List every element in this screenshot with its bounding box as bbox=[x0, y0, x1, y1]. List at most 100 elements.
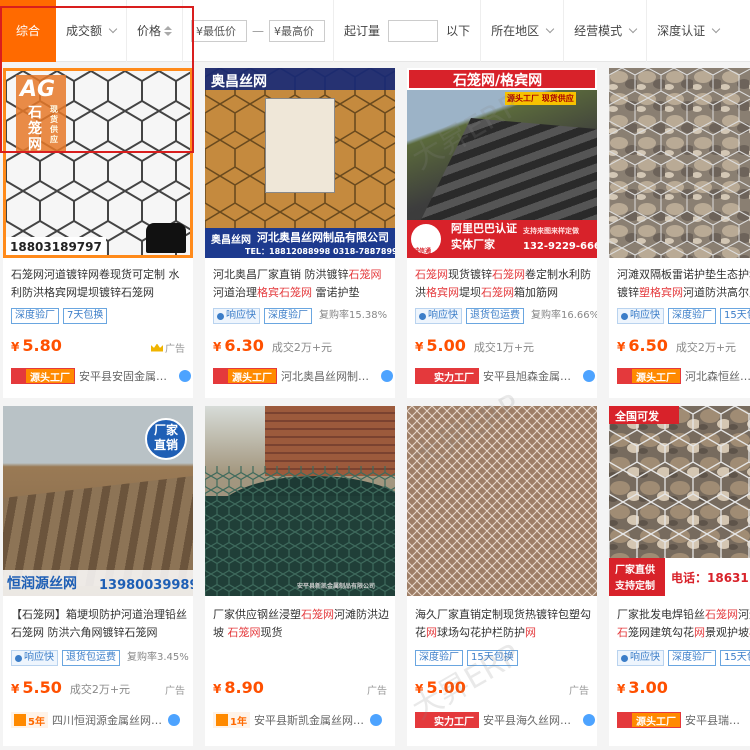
product-image[interactable]: 奥昌丝网 奥昌丝网 河北奥昌丝网制品有限公司 TEL：18812088998 0… bbox=[205, 68, 395, 258]
tag-list: 响应快 退货包运费 复购率3.45% bbox=[11, 650, 192, 666]
shop-row[interactable]: 实力工厂 安平县海久丝网… bbox=[415, 712, 595, 728]
price-row: ¥3.00 bbox=[617, 678, 668, 697]
shop-name[interactable]: 安平县瑞达丝… bbox=[685, 712, 745, 728]
min-order-input[interactable] bbox=[388, 19, 439, 42]
shop-row[interactable]: 源头工厂 河北森恒丝网… bbox=[617, 368, 750, 384]
shop-badge: 实力工厂 bbox=[415, 368, 479, 384]
response-icon bbox=[419, 312, 426, 320]
price-row: ¥5.80 bbox=[11, 336, 62, 355]
shop-badge: 源头工厂 bbox=[617, 712, 681, 728]
shop-name[interactable]: 河北森恒丝网… bbox=[685, 368, 750, 384]
product-card[interactable]: 海久厂家直销定制现货热镀锌包塑勾花网球场勾花护栏防护网 深度验厂 15天包换 ¥… bbox=[407, 406, 597, 746]
product-image[interactable]: AG 石笼网 现货供应 18803189797 bbox=[3, 68, 193, 258]
product-title[interactable]: 海久厂家直销定制现货热镀锌包塑勾花网球场勾花护栏防护网 bbox=[415, 606, 593, 642]
contact-label: TEL：18812088998 0318-7887899 bbox=[245, 247, 395, 256]
shop-name[interactable]: 安平县旭森金属… bbox=[483, 368, 579, 384]
product-title[interactable]: 【石笼网】箱埂坝防护河道治理铅丝石笼网 防洪六角网镀锌石笼网 bbox=[11, 606, 189, 642]
shop-badge: 源头工厂 bbox=[617, 368, 681, 384]
chat-icon[interactable] bbox=[179, 370, 191, 382]
chat-icon[interactable] bbox=[369, 714, 382, 726]
brand-label: 恒润源丝网 bbox=[7, 576, 77, 592]
filter-comprehensive[interactable]: 综合 bbox=[0, 0, 57, 62]
product-image[interactable]: 全国可发 厂家直供 支持定制 电话：18631 bbox=[609, 406, 750, 596]
filter-location-label: 所在地区 bbox=[491, 24, 540, 38]
product-card[interactable]: 奥昌丝网 奥昌丝网 河北奥昌丝网制品有限公司 TEL：18812088998 0… bbox=[205, 68, 395, 398]
product-title[interactable]: 厂家批发电焊铅丝石笼网河道石笼网建筑勾花网景观护坡石 bbox=[617, 606, 750, 642]
brand-small: 奥昌丝网 bbox=[211, 235, 251, 246]
shop-name[interactable]: 四川恒润源金属丝网制… bbox=[52, 712, 164, 728]
product-card[interactable]: 石笼网/格宾网 源头工厂 现货供应 诚信通 阿里巴巴认证 实体厂家 支持来图来样… bbox=[407, 68, 597, 398]
product-image[interactable] bbox=[609, 68, 750, 258]
product-card[interactable]: 厂家直销 恒润源丝网 13980039989 【石笼网】箱埂坝防护河道治理铅丝石… bbox=[3, 406, 193, 746]
tag-list: 响应快 退货包运费 复购率16.66% bbox=[415, 308, 597, 324]
shop-row[interactable]: 5年 四川恒润源金属丝网制… bbox=[11, 712, 191, 728]
product-card[interactable]: AG 石笼网 现货供应 18803189797 石笼网河道镀锌网卷现货可定制 水… bbox=[3, 68, 193, 398]
min-order-label: 起订量 bbox=[344, 24, 381, 38]
shop-row[interactable]: 源头工厂 安平县安固金属… bbox=[11, 368, 191, 384]
tag-item: 退货包运费 bbox=[62, 650, 120, 666]
filter-mode[interactable]: 经营模式 bbox=[564, 0, 648, 62]
title-highlight: 网 bbox=[426, 626, 437, 639]
product-image[interactable]: 石笼网/格宾网 源头工厂 现货供应 诚信通 阿里巴巴认证 实体厂家 支持来图来样… bbox=[407, 68, 597, 258]
certificate-image bbox=[265, 98, 335, 193]
price-row: ¥5.00 成交1万+元 bbox=[415, 336, 534, 355]
tag-item: 响应快 bbox=[617, 308, 664, 324]
chainlink-pattern bbox=[407, 406, 597, 596]
brand-logo: AG bbox=[20, 77, 56, 102]
filter-bar: 综合 成交额 价格 ¥最低价 — ¥最高价 起订量 以下 所在地区 经营模式 深… bbox=[0, 0, 750, 62]
shop-badge: 源头工厂 bbox=[11, 368, 75, 384]
product-card[interactable]: 安平县新凯金属制品有限公司 厂家供应钢丝浸塑石笼网河滩防洪边坡 石笼网现货 ¥8… bbox=[205, 406, 395, 746]
product-image[interactable] bbox=[407, 406, 597, 596]
chat-icon[interactable] bbox=[167, 714, 180, 726]
tag-list: 响应快 深度验厂 复购率15.38% bbox=[213, 308, 390, 324]
shop-row[interactable]: 实力工厂 安平县旭森金属… bbox=[415, 368, 595, 384]
side-label: 石笼网 bbox=[28, 105, 42, 153]
shop-name[interactable]: 安平县斯凯金属丝网有… bbox=[254, 712, 366, 728]
title-highlight: 石笼网 bbox=[492, 268, 525, 281]
shop-row[interactable]: 源头工厂 河北奥昌丝网制… bbox=[213, 368, 393, 384]
product-card[interactable]: 河滩双隔板雷诺护垫生态护坡 镀锌塑格宾网河道防洪高尔凡石笼 响应快 深度验厂 1… bbox=[609, 68, 750, 398]
filter-sales[interactable]: 成交额 bbox=[56, 0, 128, 62]
price: ¥5.00 bbox=[415, 336, 466, 355]
product-image[interactable]: 安平县新凯金属制品有限公司 bbox=[205, 406, 395, 596]
product-title[interactable]: 石笼网现货镀锌石笼网卷定制水利防洪格宾网堤坝石笼网箱加筋网 bbox=[415, 266, 593, 302]
stone-pattern bbox=[609, 68, 750, 258]
shop-name[interactable]: 安平县安固金属… bbox=[79, 368, 175, 384]
product-title[interactable]: 河北奥昌厂家直销 防洪镀锌石笼网河道治理格宾石笼网 雷诺护垫 bbox=[213, 266, 391, 302]
tag-item: 响应快 bbox=[617, 650, 664, 666]
title-highlight: 石笼网 bbox=[348, 268, 382, 281]
filter-price-sort[interactable]: 价格 bbox=[127, 0, 184, 62]
title-text: 堤坝 bbox=[459, 286, 481, 299]
price-min-input[interactable]: ¥最低价 bbox=[191, 19, 248, 42]
shop-name[interactable]: 河北奥昌丝网制… bbox=[281, 368, 377, 384]
sales-volume: 成交2万+元 bbox=[69, 683, 131, 696]
title-highlight: 石笼网 bbox=[705, 608, 738, 621]
product-title[interactable]: 厂家供应钢丝浸塑石笼网河滩防洪边坡 石笼网现货 bbox=[213, 606, 391, 642]
tag-item: 响应快 bbox=[415, 308, 462, 324]
title-text: 景观护坡 bbox=[705, 626, 749, 639]
filter-location[interactable]: 所在地区 bbox=[481, 0, 565, 62]
tag-item: 深度验厂 bbox=[668, 650, 716, 666]
price-value: 6.50 bbox=[628, 336, 668, 355]
brand-label: 奥昌丝网 bbox=[211, 74, 267, 90]
title-highlight: 塑 bbox=[639, 286, 650, 299]
product-title[interactable]: 河滩双隔板雷诺护垫生态护坡 镀锌塑格宾网河道防洪高尔凡石笼 bbox=[617, 266, 750, 302]
price-max-input[interactable]: ¥最高价 bbox=[269, 19, 326, 42]
factory-icon bbox=[416, 369, 430, 383]
shop-row[interactable]: 1年 安平县斯凯金属丝网有… bbox=[213, 712, 393, 728]
price: ¥5.00 bbox=[415, 678, 466, 697]
tag-item: 深度验厂 bbox=[11, 308, 59, 324]
product-card[interactable]: 全国可发 厂家直供 支持定制 电话：18631 厂家批发电焊铅丝石笼网河道石笼网… bbox=[609, 406, 750, 746]
shop-name[interactable]: 安平县海久丝网… bbox=[483, 712, 579, 728]
chat-icon[interactable] bbox=[583, 714, 595, 726]
chat-icon[interactable] bbox=[381, 370, 393, 382]
chat-icon[interactable] bbox=[583, 370, 595, 382]
title-text: 建筑勾花 bbox=[650, 626, 694, 639]
certified-label: 阿里巴巴认证 bbox=[451, 222, 517, 235]
tag-text: 响应快 bbox=[24, 652, 54, 663]
product-title[interactable]: 石笼网河道镀锌网卷现货可定制 水利防洪格宾网堤坝镀锌石笼网 bbox=[11, 266, 189, 302]
filter-cert[interactable]: 深度认证 bbox=[647, 0, 729, 62]
factory-icon bbox=[416, 713, 430, 727]
shop-row[interactable]: 源头工厂 安平县瑞达丝… bbox=[617, 712, 750, 728]
product-image[interactable]: 厂家直销 恒润源丝网 13980039989 bbox=[3, 406, 193, 596]
